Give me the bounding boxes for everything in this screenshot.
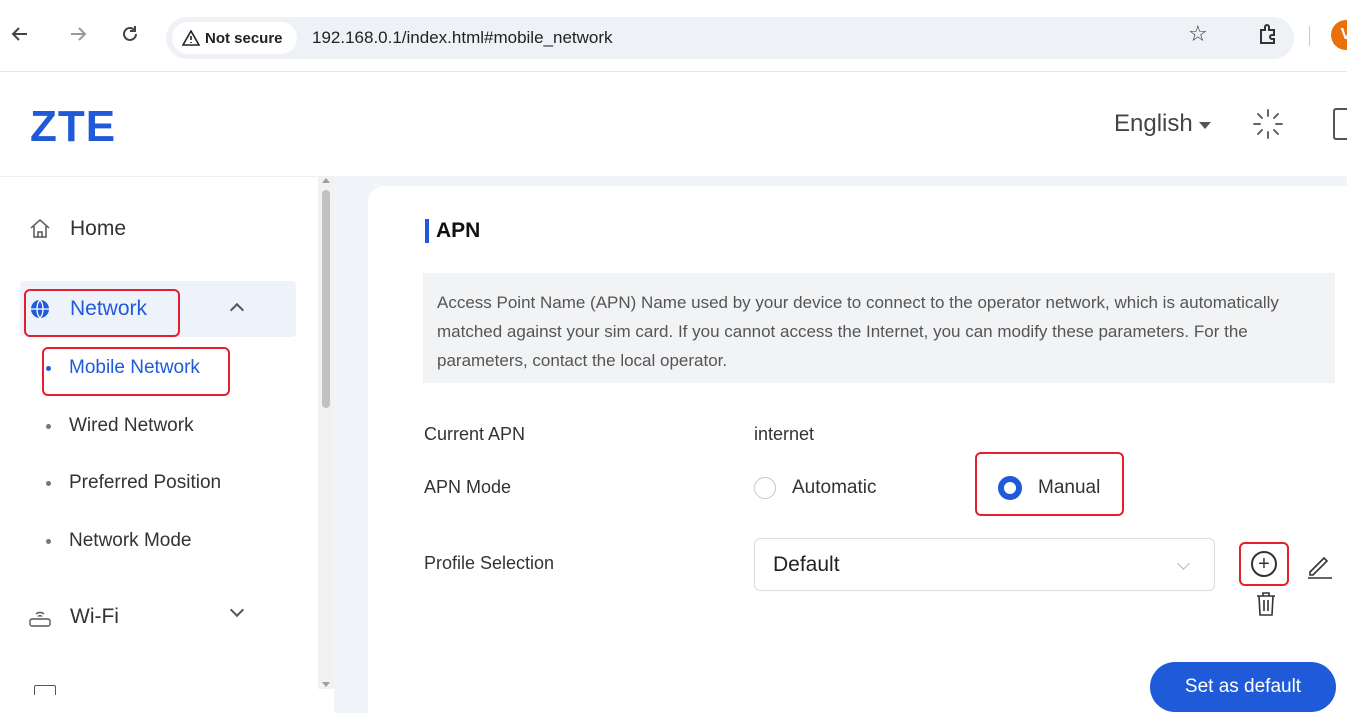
sidebar-item-home[interactable]: Home xyxy=(20,201,296,257)
sidebar-subitem-preferred-position[interactable]: Preferred Position xyxy=(46,472,221,494)
bullet-icon xyxy=(46,365,51,371)
app-header: ZTE English xyxy=(0,72,1347,176)
toolbar-divider xyxy=(1309,26,1310,46)
edit-profile-icon[interactable] xyxy=(1304,550,1334,580)
sidebar-item-label: Wi-Fi xyxy=(70,605,119,628)
set-as-default-button[interactable]: Set as default xyxy=(1150,662,1336,712)
security-label: Not secure xyxy=(205,29,283,47)
sidebar-subitem-wired-network[interactable]: Wired Network xyxy=(46,415,194,437)
sidebar-scrollbar[interactable] xyxy=(318,176,334,689)
add-profile-icon[interactable]: + xyxy=(1251,551,1277,577)
scroll-thumb[interactable] xyxy=(322,190,330,408)
sidebar-subitem-mobile-network[interactable]: Mobile Network xyxy=(46,357,200,379)
sidebar-subitem-label: Wired Network xyxy=(69,415,194,436)
delete-profile-icon[interactable] xyxy=(1254,590,1278,618)
scroll-up-icon[interactable] xyxy=(322,178,330,183)
profile-selection-label: Profile Selection xyxy=(424,553,555,573)
apn-description: Access Point Name (APN) Name used by you… xyxy=(423,273,1335,383)
language-label: English xyxy=(1114,110,1193,137)
security-indicator[interactable]: Not secure xyxy=(172,22,297,54)
title-accent-bar xyxy=(425,219,429,243)
sidebar-subitem-label: Network Mode xyxy=(69,530,192,551)
sidebar-subitem-label: Preferred Position xyxy=(69,472,222,493)
globe-icon xyxy=(28,297,52,321)
logout-icon[interactable] xyxy=(1333,108,1347,140)
radio-label: Automatic xyxy=(792,477,877,498)
radio-label: Manual xyxy=(1038,477,1101,498)
page-title: APN xyxy=(425,219,480,243)
profile-select[interactable]: Default xyxy=(754,538,1215,591)
reload-icon[interactable] xyxy=(118,22,142,46)
chevron-down-icon xyxy=(1177,557,1190,570)
puzzle-icon[interactable] xyxy=(1256,22,1280,46)
current-apn-value: internet xyxy=(754,424,815,444)
radio-unchecked-icon xyxy=(754,477,776,499)
sidebar-subitem-label: Mobile Network xyxy=(69,357,200,378)
language-selector[interactable]: English xyxy=(1114,110,1211,138)
apn-mode-label: APN Mode xyxy=(424,477,512,497)
page-title-text: APN xyxy=(436,219,481,242)
sidebar-item-label: Network xyxy=(70,297,148,320)
current-apn-label: Current APN xyxy=(424,424,526,444)
router-icon xyxy=(28,605,52,629)
star-icon[interactable]: ☆ xyxy=(1188,22,1208,46)
scroll-down-icon[interactable] xyxy=(322,682,330,687)
forward-arrow-icon[interactable] xyxy=(66,22,90,46)
address-bar[interactable]: Not secure 192.168.0.1/index.html#mobile… xyxy=(166,17,1294,59)
sidebar-item-network[interactable]: Network xyxy=(20,281,296,337)
back-arrow-icon[interactable] xyxy=(8,22,32,46)
bullet-icon xyxy=(46,423,51,429)
sidebar-item-wifi[interactable]: Wi-Fi xyxy=(20,589,296,645)
sidebar-item-label: Home xyxy=(70,217,127,240)
home-icon xyxy=(28,217,52,241)
sidebar-subitem-network-mode[interactable]: Network Mode xyxy=(46,530,192,552)
apn-mode-automatic-radio[interactable]: Automatic xyxy=(754,477,876,499)
url-text[interactable]: 192.168.0.1/index.html#mobile_network xyxy=(312,28,613,48)
profile-avatar[interactable]: V xyxy=(1331,20,1347,50)
chevron-down-icon xyxy=(229,602,245,618)
zte-logo[interactable]: ZTE xyxy=(30,102,116,152)
caret-down-icon xyxy=(1198,121,1211,129)
bullet-icon xyxy=(46,538,51,544)
apn-card xyxy=(368,186,1347,713)
browser-toolbar: Not secure 192.168.0.1/index.html#mobile… xyxy=(0,0,1347,72)
profile-select-value: Default xyxy=(773,552,840,576)
apn-mode-manual-radio[interactable]: Manual xyxy=(998,476,1100,500)
bullet-icon xyxy=(46,480,51,486)
warning-icon xyxy=(181,29,201,46)
sidebar: Home Network Mobile Network Wired Networ… xyxy=(0,176,334,713)
radio-checked-icon xyxy=(998,476,1022,500)
chevron-up-icon xyxy=(229,302,245,318)
device-icon xyxy=(34,685,56,695)
loading-spinner-icon[interactable] xyxy=(1250,106,1286,142)
